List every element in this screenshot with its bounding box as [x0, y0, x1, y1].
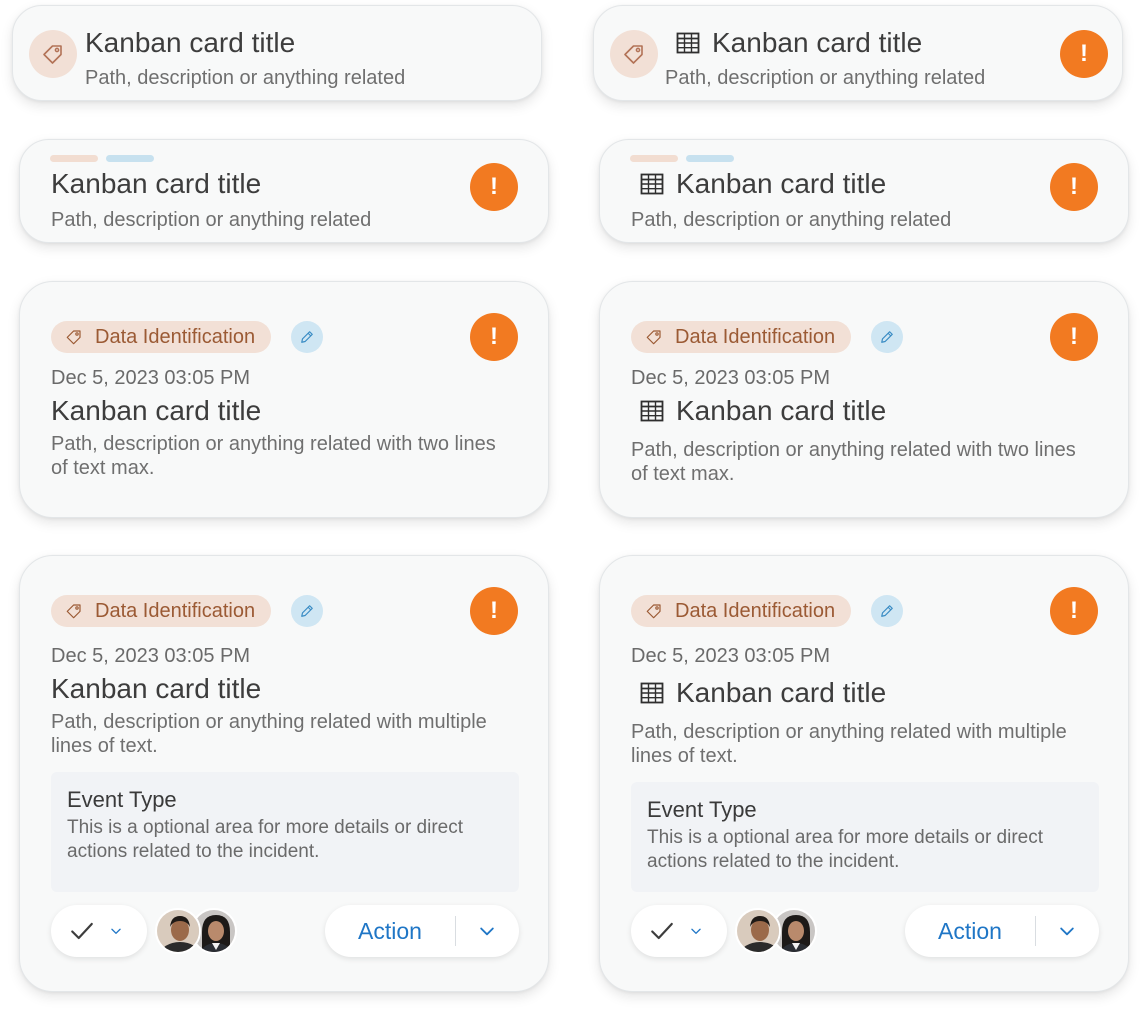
event-details-panel: Event Type This is a optional area for m… [51, 772, 519, 892]
pencil-icon [878, 328, 896, 346]
event-title: Event Type [647, 797, 757, 822]
card-title: Kanban card title [51, 673, 262, 704]
card-title: Kanban card title [712, 27, 923, 58]
chevron-down-icon [109, 924, 123, 938]
kanban-card-compact[interactable]: Kanban card title Path, description or a… [593, 5, 1123, 101]
kanban-card-full[interactable]: Data Identification ! Dec 5, 2023 03:05 … [599, 555, 1129, 992]
alert-icon[interactable]: ! [470, 163, 518, 211]
card-date: Dec 5, 2023 03:05 PM [51, 645, 251, 667]
chevron-down-icon[interactable] [1036, 921, 1098, 941]
alert-icon[interactable]: ! [470, 313, 518, 361]
kanban-card[interactable]: Kanban card title Path, description or a… [19, 139, 549, 243]
event-text: This is a optional area for more details… [67, 817, 464, 862]
kanban-card-compact[interactable]: Kanban card title Path, description or a… [12, 5, 542, 101]
card-description: Path, description or anything related [665, 67, 986, 89]
event-title: Event Type [67, 787, 177, 812]
edit-button[interactable] [871, 595, 903, 627]
card-description: Path, description or anything related wi… [51, 711, 487, 757]
category-chip[interactable]: Data Identification [51, 595, 272, 627]
card-description: Path, description or anything related [85, 67, 406, 89]
check-icon [69, 918, 95, 944]
tag-icon [645, 328, 663, 346]
card-description: Path, description or anything related [51, 209, 372, 231]
card-description: Path, description or anything related wi… [631, 721, 1067, 767]
label-bar [630, 155, 678, 162]
edit-button[interactable] [871, 321, 903, 353]
edit-button[interactable] [291, 321, 323, 353]
card-description: Path, description or anything related wi… [51, 433, 496, 479]
card-date: Dec 5, 2023 03:05 PM [631, 645, 831, 667]
alert-icon[interactable]: ! [1050, 587, 1098, 635]
label-bar [686, 155, 734, 162]
avatar[interactable] [155, 908, 201, 954]
card-title: Kanban card title [51, 395, 262, 426]
table-icon [640, 681, 664, 705]
card-title: Kanban card title [676, 677, 887, 708]
card-date: Dec 5, 2023 03:05 PM [51, 367, 251, 389]
table-icon [640, 172, 664, 196]
edit-button[interactable] [291, 595, 323, 627]
card-description: Path, description or anything related wi… [631, 439, 1076, 485]
action-split-button[interactable]: Action [325, 905, 519, 957]
assignee-avatars[interactable] [155, 908, 237, 954]
category-chip[interactable]: Data Identification [51, 321, 272, 353]
kanban-card-detailed[interactable]: Data Identification ! Dec 5, 2023 03:05 … [19, 281, 549, 518]
action-button[interactable]: Action [325, 918, 455, 945]
event-details-panel: Event Type This is a optional area for m… [631, 782, 1099, 892]
action-split-button[interactable]: Action [905, 905, 1099, 957]
category-chip[interactable]: Data Identification [631, 595, 852, 627]
card-description: Path, description or anything related [631, 209, 952, 231]
action-button[interactable]: Action [905, 918, 1035, 945]
table-icon [676, 31, 700, 55]
kanban-card-full[interactable]: Data Identification ! Dec 5, 2023 03:05 … [19, 555, 549, 992]
chevron-down-icon[interactable] [456, 921, 518, 941]
alert-icon[interactable]: ! [1060, 30, 1108, 78]
card-date: Dec 5, 2023 03:05 PM [631, 367, 831, 389]
event-text: This is a optional area for more details… [647, 827, 1044, 872]
alert-icon[interactable]: ! [1050, 163, 1098, 211]
avatar[interactable] [735, 908, 781, 954]
tag-icon [65, 602, 83, 620]
tag-icon [29, 30, 77, 78]
card-title: Kanban card title [676, 168, 887, 199]
check-icon [649, 918, 675, 944]
tag-icon [610, 30, 658, 78]
alert-icon[interactable]: ! [470, 587, 518, 635]
pencil-icon [298, 328, 316, 346]
tag-icon [65, 328, 83, 346]
status-dropdown[interactable] [631, 905, 727, 957]
category-chip[interactable]: Data Identification [631, 321, 852, 353]
kanban-card-detailed[interactable]: Data Identification ! Dec 5, 2023 03:05 … [599, 281, 1129, 518]
assignee-avatars[interactable] [735, 908, 817, 954]
card-title: Kanban card title [85, 27, 296, 58]
status-dropdown[interactable] [51, 905, 147, 957]
tag-icon [645, 602, 663, 620]
card-title: Kanban card title [51, 168, 262, 199]
kanban-card[interactable]: Kanban card title Path, description or a… [599, 139, 1129, 243]
alert-icon[interactable]: ! [1050, 313, 1098, 361]
pencil-icon [878, 602, 896, 620]
label-bar [106, 155, 154, 162]
chevron-down-icon [689, 924, 703, 938]
card-title: Kanban card title [676, 395, 887, 426]
pencil-icon [298, 602, 316, 620]
table-icon [640, 399, 664, 423]
label-bar [50, 155, 98, 162]
